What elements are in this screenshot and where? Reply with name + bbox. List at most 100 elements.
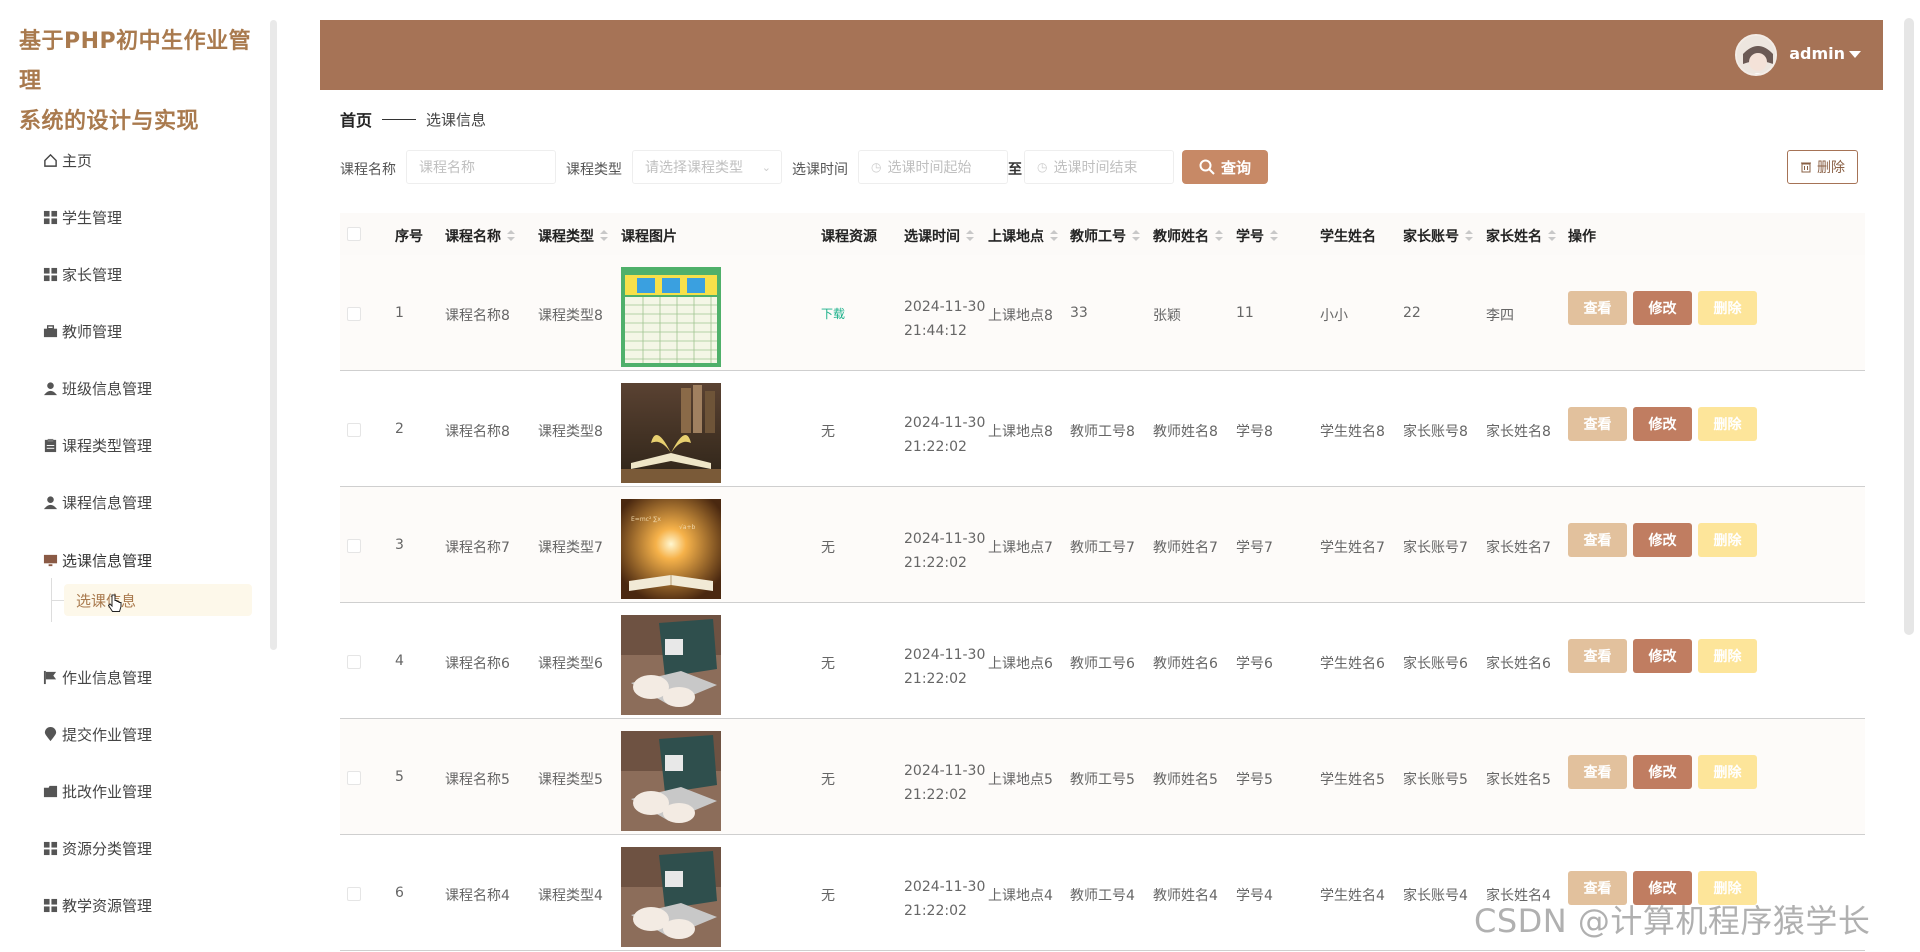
edit-button[interactable]: 修改 bbox=[1633, 523, 1692, 557]
cell-course-name: 课程名称4 bbox=[445, 888, 510, 904]
column-header-5: 课程资源 bbox=[821, 229, 877, 245]
sidebar-item-11[interactable]: 批改作业管理 bbox=[42, 776, 152, 806]
course-type-label: 课程类型 bbox=[566, 162, 622, 178]
view-button[interactable]: 查看 bbox=[1568, 755, 1627, 789]
edit-button[interactable]: 修改 bbox=[1633, 407, 1692, 441]
sort-icon[interactable] bbox=[966, 230, 974, 242]
cell-course-type: 课程类型8 bbox=[538, 308, 603, 324]
cell-parent-account: 家长账号4 bbox=[1403, 888, 1468, 904]
query-button[interactable]: 查询 bbox=[1182, 150, 1268, 184]
sidebar-item-5[interactable]: 班级信息管理 bbox=[42, 373, 152, 403]
breadcrumb-home[interactable]: 首页 bbox=[340, 107, 372, 131]
course-image[interactable] bbox=[621, 383, 721, 483]
row-checkbox[interactable] bbox=[347, 655, 361, 669]
sidebar-item-7[interactable]: 课程信息管理 bbox=[42, 487, 152, 517]
course-image[interactable] bbox=[621, 267, 721, 367]
cell-selection-time: 2024-11-30 21:22:02 bbox=[904, 415, 986, 455]
caret-down-icon[interactable] bbox=[1849, 51, 1861, 58]
sort-icon[interactable] bbox=[600, 230, 608, 242]
delete-button[interactable]: 删除 bbox=[1698, 291, 1757, 325]
row-checkbox[interactable] bbox=[347, 307, 361, 321]
delete-button[interactable]: 删除 bbox=[1698, 407, 1757, 441]
row-checkbox[interactable] bbox=[347, 771, 361, 785]
sidebar-item-8[interactable]: 选课信息管理 bbox=[42, 545, 152, 575]
sort-icon[interactable] bbox=[1548, 230, 1556, 242]
breadcrumb-current: 选课信息 bbox=[426, 110, 487, 129]
course-type-select[interactable]: 请选择课程类型 ⌄ bbox=[632, 150, 782, 184]
column-header-13[interactable]: 家长姓名 bbox=[1486, 226, 1556, 246]
cell-location: 上课地点7 bbox=[988, 540, 1053, 556]
course-image[interactable] bbox=[621, 847, 721, 947]
username[interactable]: admin bbox=[1789, 44, 1845, 63]
sidebar-scrollbar[interactable] bbox=[270, 20, 277, 650]
sidebar-item-9[interactable]: 作业信息管理 bbox=[42, 662, 152, 692]
row-checkbox[interactable] bbox=[347, 887, 361, 901]
batch-delete-button[interactable]: 删除 bbox=[1787, 150, 1858, 184]
time-start-input[interactable]: ◷ 选课时间起始 bbox=[858, 150, 1008, 184]
submenu-item-course-selection[interactable]: 选课信息 bbox=[64, 584, 252, 616]
cell-teacher-name: 教师姓名6 bbox=[1153, 656, 1218, 672]
breadcrumb: 首页 选课信息 bbox=[340, 107, 486, 131]
sidebar-item-13[interactable]: 教学资源管理 bbox=[42, 890, 152, 920]
column-header-6[interactable]: 选课时间 bbox=[904, 226, 974, 246]
course-image[interactable]: E=mc² ∑x √a+b bbox=[621, 499, 721, 599]
page-scrollbar[interactable] bbox=[1904, 18, 1914, 635]
cell-course-name: 课程名称8 bbox=[445, 424, 510, 440]
delete-button[interactable]: 删除 bbox=[1698, 639, 1757, 673]
column-header-7[interactable]: 上课地点 bbox=[988, 226, 1058, 246]
sort-icon[interactable] bbox=[1270, 230, 1278, 242]
briefcase-icon bbox=[42, 323, 58, 339]
sort-icon[interactable] bbox=[1050, 230, 1058, 242]
sidebar-item-4[interactable]: 教师管理 bbox=[42, 316, 122, 346]
cell-course-type: 课程类型7 bbox=[538, 540, 603, 556]
sidebar: 基于PHP初中生作业管理 系统的设计与实现 主页 学生管理 家长管理 教师管理 班级信息… bbox=[0, 0, 278, 952]
edit-button[interactable]: 修改 bbox=[1633, 291, 1692, 325]
view-button[interactable]: 查看 bbox=[1568, 407, 1627, 441]
delete-button[interactable]: 删除 bbox=[1698, 523, 1757, 557]
sidebar-item-6[interactable]: 课程类型管理 bbox=[42, 430, 152, 460]
column-header-2[interactable]: 课程名称 bbox=[445, 226, 515, 246]
clock-icon: ◷ bbox=[1037, 160, 1048, 174]
sidebar-item-12[interactable]: 资源分类管理 bbox=[42, 833, 152, 863]
sidebar-item-1[interactable]: 主页 bbox=[42, 145, 92, 175]
select-all-checkbox[interactable] bbox=[347, 227, 361, 241]
view-button[interactable]: 查看 bbox=[1568, 523, 1627, 557]
column-header-12[interactable]: 家长账号 bbox=[1403, 226, 1473, 246]
column-header-3[interactable]: 课程类型 bbox=[538, 226, 608, 246]
cell-parent-account: 家长账号5 bbox=[1403, 772, 1468, 788]
cell-student-id: 学号7 bbox=[1236, 540, 1273, 556]
sort-icon[interactable] bbox=[507, 230, 515, 242]
cell-no: 3 bbox=[395, 537, 404, 553]
cell-resource: 无 bbox=[821, 772, 835, 788]
view-button[interactable]: 查看 bbox=[1568, 639, 1627, 673]
row-checkbox[interactable] bbox=[347, 539, 361, 553]
sort-icon[interactable] bbox=[1215, 230, 1223, 242]
course-image[interactable] bbox=[621, 731, 721, 831]
avatar[interactable] bbox=[1735, 34, 1777, 76]
cell-no: 2 bbox=[395, 421, 404, 437]
column-header-8[interactable]: 教师工号 bbox=[1070, 226, 1140, 246]
column-header-4: 课程图片 bbox=[621, 229, 677, 245]
edit-button[interactable]: 修改 bbox=[1633, 755, 1692, 789]
cell-resource: 无 bbox=[821, 888, 835, 904]
sort-icon[interactable] bbox=[1132, 230, 1140, 242]
sidebar-item-2[interactable]: 学生管理 bbox=[42, 202, 122, 232]
sidebar-item-3[interactable]: 家长管理 bbox=[42, 259, 122, 289]
sidebar-item-10[interactable]: 提交作业管理 bbox=[42, 719, 152, 749]
edit-button[interactable]: 修改 bbox=[1633, 639, 1692, 673]
column-header-9[interactable]: 教师姓名 bbox=[1153, 226, 1223, 246]
cell-course-name: 课程名称7 bbox=[445, 540, 510, 556]
delete-button[interactable]: 删除 bbox=[1698, 755, 1757, 789]
grid-icon bbox=[42, 840, 58, 856]
cell-resource[interactable]: 下载 bbox=[821, 305, 845, 322]
breadcrumb-separator bbox=[382, 118, 417, 120]
sort-icon[interactable] bbox=[1465, 230, 1473, 242]
course-image[interactable] bbox=[621, 615, 721, 715]
time-end-input[interactable]: ◷ 选课时间结束 bbox=[1024, 150, 1174, 184]
course-name-input[interactable]: 课程名称 bbox=[406, 150, 556, 184]
row-checkbox[interactable] bbox=[347, 423, 361, 437]
view-button[interactable]: 查看 bbox=[1568, 291, 1627, 325]
cell-resource: 无 bbox=[821, 540, 835, 556]
cell-parent-name: 李四 bbox=[1486, 308, 1514, 324]
column-header-10[interactable]: 学号 bbox=[1236, 226, 1278, 246]
